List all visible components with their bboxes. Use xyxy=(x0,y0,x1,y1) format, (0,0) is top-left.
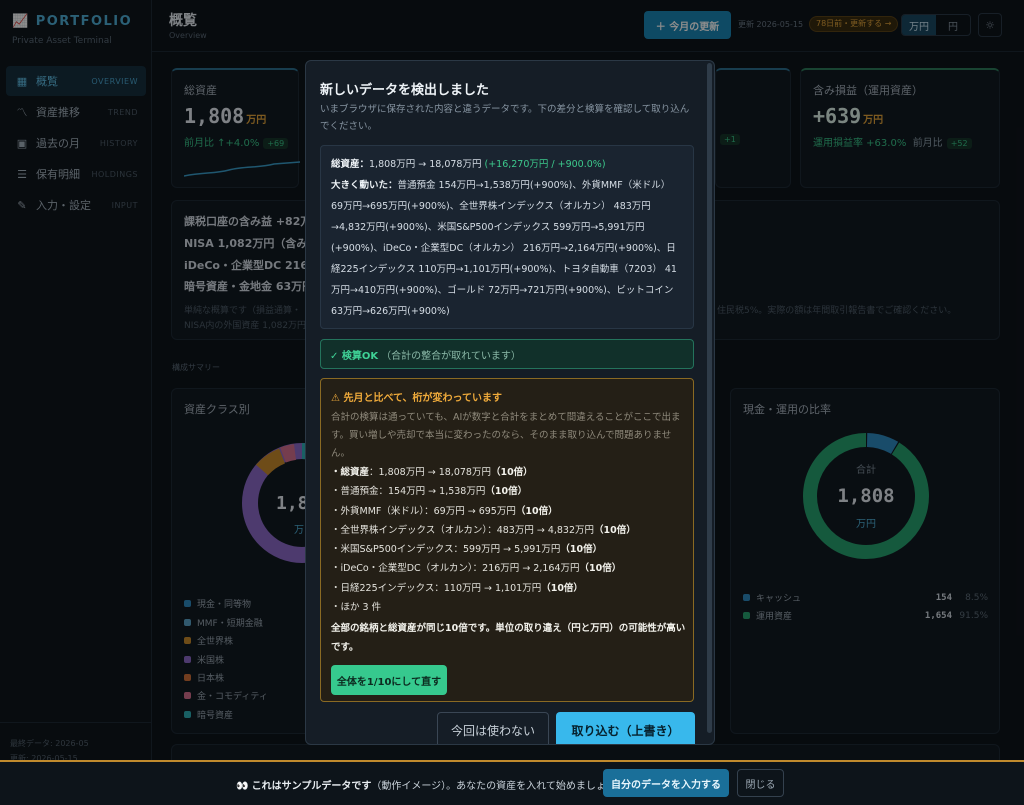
modal-title: 新しいデータを検出しました xyxy=(320,83,490,98)
warning-item: ・普通預金：154万円 → 1,538万円（10倍） xyxy=(331,486,528,498)
warning-conclusion: 全部の銘柄と総資産が同じ10倍です。単位の取り違え（円と万円）の可能性が高いです… xyxy=(331,623,686,653)
modal-description: いまブラウザに保存された内容と違うデータです。下の差分と検算を確認して取り込んで… xyxy=(320,104,690,132)
checksum-ok-banner: ✓ 検算OK （合計の整合が取れています） xyxy=(320,339,694,369)
warning-description: 合計の検算は通っていても、AIが数字と合計をまとめて間違えることがここで出ます。… xyxy=(331,412,681,459)
warning-more: ・ほか 3 件 xyxy=(331,602,382,614)
eyes-icon: 👀 xyxy=(236,781,249,792)
warning-list: ・総資産：1,808万円 → 18,078万円（10倍） ・普通預金：154万円… xyxy=(331,463,687,617)
diff-total: 総資産：1,808万円 → 18,078万円 (+16,270万円 / +900… xyxy=(331,159,606,170)
warning-item: ・iDeCo・企業型DC（オルカン）：216万円 → 2,164万円（10倍） xyxy=(331,563,622,575)
warning-item: ・全世界株インデックス（オルカン）：483万円 → 4,832万円（10倍） xyxy=(331,524,636,536)
diff-summary: 総資産：1,808万円 → 18,078万円 (+16,270万円 / +900… xyxy=(320,145,694,329)
skip-import-button[interactable]: 今回は使わない xyxy=(437,712,549,744)
warning-item: ・米国S&P500インデックス：599万円 → 5,991万円（10倍） xyxy=(331,544,603,556)
sample-data-banner: 👀 これはサンプルデータです（動作イメージ）。あなたの資産を入れて始めましょう。… xyxy=(0,760,1024,805)
enter-own-data-button[interactable]: 自分のデータを入力する xyxy=(603,769,729,797)
import-diff-modal: 新しいデータを検出しました いまブラウザに保存された内容と違うデータです。下の差… xyxy=(305,60,715,745)
import-overwrite-button[interactable]: 取り込む（上書き） xyxy=(556,712,695,744)
close-banner-button[interactable]: 閉じる xyxy=(737,769,784,797)
warning-item: ・総資産：1,808万円 → 18,078万円（10倍） xyxy=(331,467,533,478)
diff-moved: 大きく動いた：普通預金 154万円→1,538万円(+900%)、外貨MMF（米… xyxy=(331,180,677,317)
digit-change-warning: ⚠ 先月と比べて、桁が変わっています 合計の検算は通っていても、AIが数字と合計… xyxy=(320,378,694,702)
warning-item: ・外貨MMF（米ドル）：69万円 → 695万円（10倍） xyxy=(331,505,558,517)
warning-title: ⚠ 先月と比べて、桁が変わっています xyxy=(331,393,503,404)
warning-item: ・日経225インデックス：110万円 → 1,101万円（10倍） xyxy=(331,582,583,594)
sample-data-text: 👀 これはサンプルデータです（動作イメージ）。あなたの資産を入れて始めましょう。 xyxy=(236,781,626,792)
fix-divide-by-ten-button[interactable]: 全体を1/10にして直す xyxy=(331,665,447,695)
modal-scrollbar[interactable] xyxy=(707,63,712,733)
